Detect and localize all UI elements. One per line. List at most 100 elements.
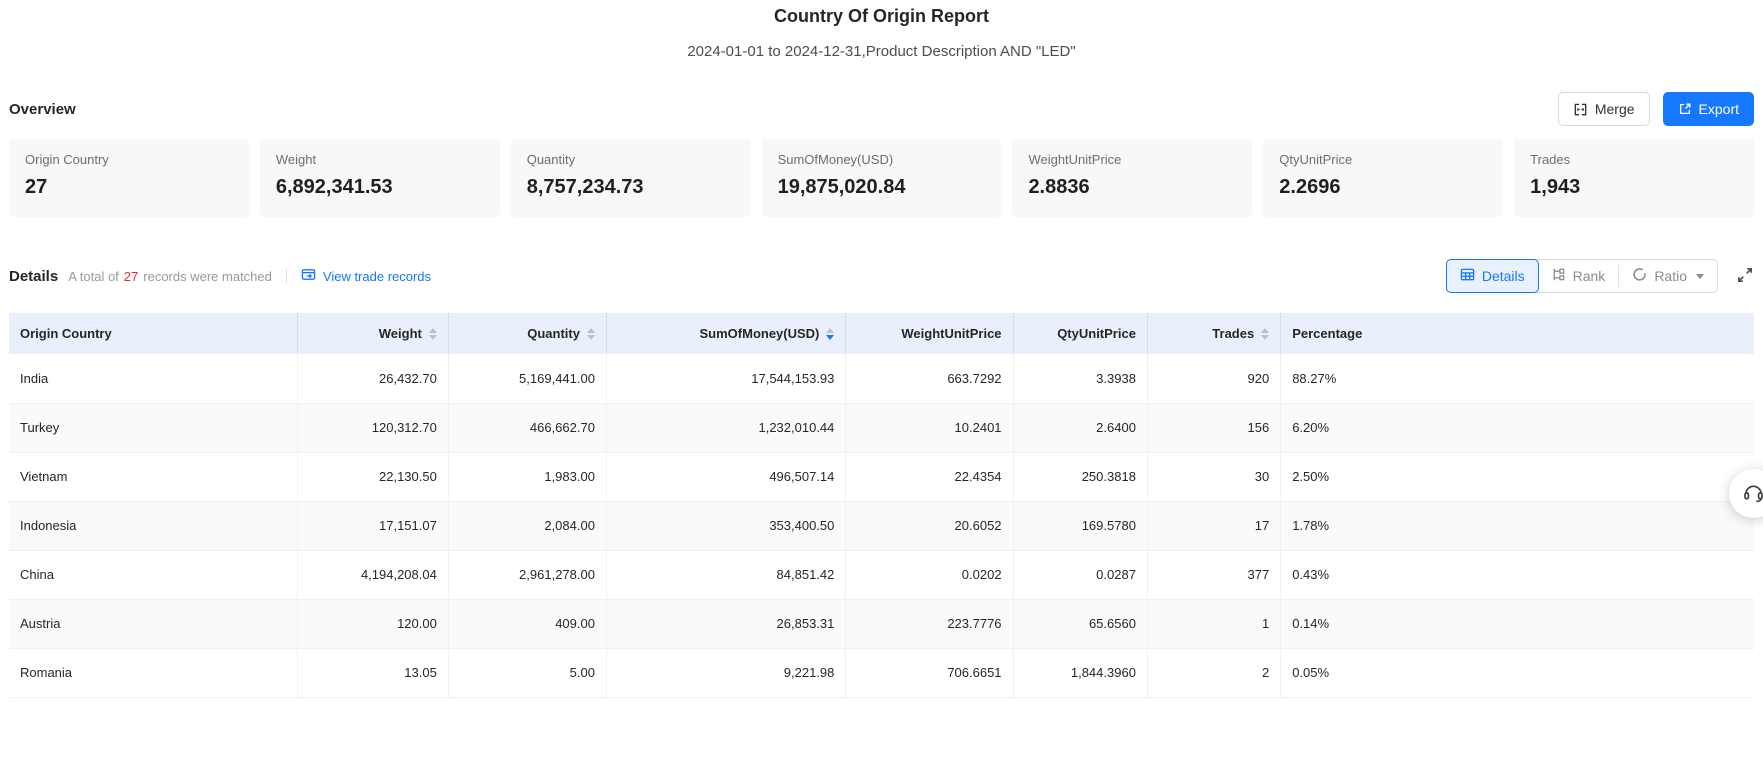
table-cell: 0.0202	[846, 550, 1013, 599]
table-cell: 496,507.14	[606, 452, 845, 501]
export-button-label: Export	[1699, 101, 1739, 117]
column-header[interactable]: Quantity	[448, 313, 606, 354]
table-cell: 250.3818	[1013, 452, 1147, 501]
table-cell: 120,312.70	[297, 403, 448, 452]
card-value: 27	[25, 176, 233, 199]
table-cell: Austria	[9, 599, 297, 648]
page-subtitle: 2024-01-01 to 2024-12-31,Product Descrip…	[0, 43, 1763, 60]
sort-icon[interactable]	[587, 328, 595, 340]
table-cell: 26,432.70	[297, 354, 448, 403]
column-label: Trades	[1212, 326, 1254, 341]
table-header-row: Origin Country Weight Quantity SumOfMone…	[9, 313, 1754, 354]
table-cell: 223.7776	[846, 599, 1013, 648]
export-button[interactable]: Export	[1663, 92, 1754, 126]
table-cell: 1,232,010.44	[606, 403, 845, 452]
overview-cards: Origin Country 27 Weight 6,892,341.53 Qu…	[0, 139, 1763, 217]
merge-button-label: Merge	[1595, 101, 1635, 117]
column-label: Quantity	[527, 326, 580, 341]
table-grid-icon	[1460, 267, 1475, 285]
table-row: Turkey120,312.70466,662.701,232,010.4410…	[9, 403, 1754, 452]
table-cell: 6.20%	[1281, 403, 1754, 452]
table-cell: 2	[1147, 648, 1280, 697]
overview-card: Weight 6,892,341.53	[260, 139, 500, 217]
tab-label: Details	[1482, 268, 1525, 284]
details-table: Origin Country Weight Quantity SumOfMone…	[9, 313, 1754, 698]
table-cell: 26,853.31	[606, 599, 845, 648]
rank-icon	[1551, 267, 1566, 285]
table-cell: 9,221.98	[606, 648, 845, 697]
table-cell: 10.2401	[846, 403, 1013, 452]
table-cell: 2.50%	[1281, 452, 1754, 501]
card-label: Origin Country	[25, 152, 233, 167]
overview-card: Trades 1,943	[1514, 139, 1754, 217]
table-cell: Romania	[9, 648, 297, 697]
table-cell: 2,961,278.00	[448, 550, 606, 599]
table-cell: India	[9, 354, 297, 403]
column-header: Percentage	[1281, 313, 1754, 354]
table-cell: 20.6052	[846, 501, 1013, 550]
column-label: SumOfMoney(USD)	[700, 326, 820, 341]
match-prefix: A total of	[68, 269, 119, 284]
column-header: WeightUnitPrice	[846, 313, 1013, 354]
table-cell: Turkey	[9, 403, 297, 452]
details-bar: Details A total of27records were matched…	[0, 259, 1763, 293]
table-body: India26,432.705,169,441.0017,544,153.936…	[9, 354, 1754, 697]
table-cell: 1,983.00	[448, 452, 606, 501]
tab-details[interactable]: Details	[1446, 259, 1539, 293]
table-row: Austria120.00409.0026,853.31223.777665.6…	[9, 599, 1754, 648]
column-label: QtyUnitPrice	[1057, 326, 1136, 341]
card-label: Trades	[1530, 152, 1738, 167]
overview-actions: Merge Export	[1558, 92, 1754, 126]
table-cell: 409.00	[448, 599, 606, 648]
table-cell: 22.4354	[846, 452, 1013, 501]
table-row: Indonesia17,151.072,084.00353,400.5020.6…	[9, 501, 1754, 550]
view-trade-records-link[interactable]: View trade records	[301, 267, 431, 285]
table-cell: 1,844.3960	[1013, 648, 1147, 697]
details-right: Details Rank Ratio	[1446, 259, 1754, 293]
table-row: Vietnam22,130.501,983.00496,507.1422.435…	[9, 452, 1754, 501]
card-label: WeightUnitPrice	[1028, 152, 1236, 167]
details-table-wrap: Origin Country Weight Quantity SumOfMone…	[9, 313, 1754, 698]
page-title: Country Of Origin Report	[0, 6, 1763, 27]
card-value: 2.2696	[1279, 176, 1487, 199]
tab-ratio[interactable]: Ratio	[1619, 260, 1717, 292]
sort-icon[interactable]	[1261, 328, 1269, 340]
table-cell: 663.7292	[846, 354, 1013, 403]
sort-icon[interactable]	[429, 328, 437, 340]
table-cell: 65.6560	[1013, 599, 1147, 648]
column-header[interactable]: Trades	[1147, 313, 1280, 354]
table-cell: 2.6400	[1013, 403, 1147, 452]
merge-cells-icon	[1573, 102, 1588, 117]
table-cell: 84,851.42	[606, 550, 845, 599]
table-cell: 2,084.00	[448, 501, 606, 550]
table-cell: 88.27%	[1281, 354, 1754, 403]
column-label: Origin Country	[20, 326, 112, 341]
column-header: Origin Country	[9, 313, 297, 354]
column-label: WeightUnitPrice	[901, 326, 1001, 341]
fullscreen-button[interactable]	[1736, 266, 1754, 287]
table-cell: 4,194,208.04	[297, 550, 448, 599]
table-cell: 5,169,441.00	[448, 354, 606, 403]
table-row: Romania13.055.009,221.98706.66511,844.39…	[9, 648, 1754, 697]
table-cell: 920	[1147, 354, 1280, 403]
column-header[interactable]: SumOfMoney(USD)	[606, 313, 845, 354]
sort-icon[interactable]	[826, 328, 834, 340]
card-label: SumOfMoney(USD)	[778, 152, 986, 167]
card-label: QtyUnitPrice	[1279, 152, 1487, 167]
column-header: QtyUnitPrice	[1013, 313, 1147, 354]
merge-button[interactable]: Merge	[1558, 92, 1650, 126]
overview-card: SumOfMoney(USD) 19,875,020.84	[762, 139, 1002, 217]
tab-rank[interactable]: Rank	[1538, 260, 1619, 292]
table-cell: 17	[1147, 501, 1280, 550]
overview-card: Origin Country 27	[9, 139, 249, 217]
column-header[interactable]: Weight	[297, 313, 448, 354]
table-cell: 13.05	[297, 648, 448, 697]
table-cell: 0.0287	[1013, 550, 1147, 599]
overview-bar: Overview Merge Export	[0, 92, 1763, 126]
table-cell: 30	[1147, 452, 1280, 501]
table-cell: 466,662.70	[448, 403, 606, 452]
view-trade-records-label: View trade records	[323, 269, 431, 284]
card-value: 1,943	[1530, 176, 1738, 199]
headset-icon	[1742, 481, 1763, 507]
card-label: Weight	[276, 152, 484, 167]
